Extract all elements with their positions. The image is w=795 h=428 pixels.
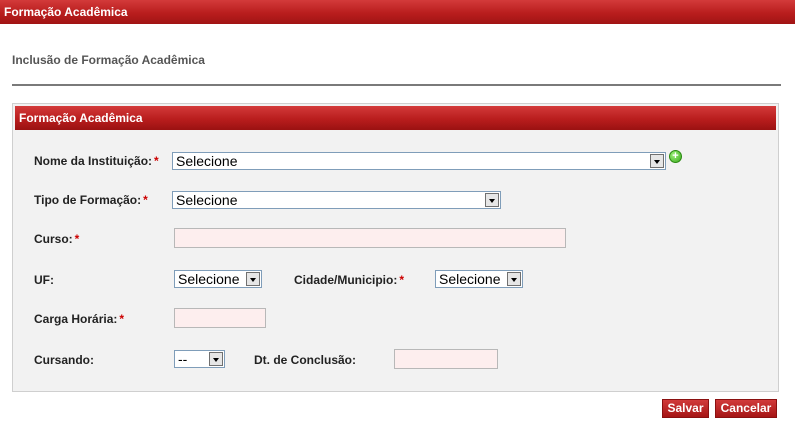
chevron-down-icon[interactable] <box>485 193 499 207</box>
page-subtitle: Inclusão de Formação Acadêmica <box>12 53 205 67</box>
dt-conclusao-label: Dt. de Conclusão: <box>254 353 357 367</box>
cidade-label: Cidade/Municipio: * <box>294 273 405 287</box>
chevron-down-icon[interactable] <box>209 352 223 366</box>
chevron-down-icon[interactable] <box>650 154 664 168</box>
cursando-label: Cursando: <box>34 353 94 367</box>
divider <box>12 84 781 86</box>
dt-conclusao-input[interactable] <box>394 349 498 369</box>
window-title: Formação Acadêmica <box>4 5 128 19</box>
uf-select[interactable]: Selecione <box>174 270 262 288</box>
chevron-down-icon[interactable] <box>246 272 260 286</box>
uf-label: UF: <box>34 273 54 287</box>
cancel-button[interactable]: Cancelar <box>715 399 777 418</box>
instituicao-label: Nome da Instituição: * <box>34 154 159 168</box>
cursando-select[interactable]: -- <box>174 350 225 368</box>
plus-circle-icon[interactable]: + <box>669 150 682 163</box>
required-marker: * <box>143 193 148 207</box>
carga-horaria-input[interactable] <box>174 308 266 328</box>
tipo-formacao-select[interactable]: Selecione <box>172 191 501 209</box>
required-marker: * <box>74 232 80 246</box>
required-marker: * <box>154 154 159 168</box>
curso-label: Curso: * <box>34 232 80 246</box>
curso-input[interactable] <box>174 228 566 248</box>
panel-title: Formação Acadêmica <box>19 111 143 125</box>
required-marker: * <box>119 312 125 326</box>
save-button[interactable]: Salvar <box>662 399 709 418</box>
window-title-bar: Formação Acadêmica <box>0 0 795 24</box>
carga-horaria-label: Carga Horária: * <box>34 312 125 326</box>
panel-header: Formação Acadêmica <box>15 106 776 130</box>
tipo-formacao-label: Tipo de Formação: * <box>34 193 148 207</box>
required-marker: * <box>399 273 405 287</box>
instituicao-select[interactable]: Selecione <box>172 152 666 170</box>
chevron-down-icon[interactable] <box>507 272 521 286</box>
cidade-select[interactable]: Selecione <box>435 270 523 288</box>
